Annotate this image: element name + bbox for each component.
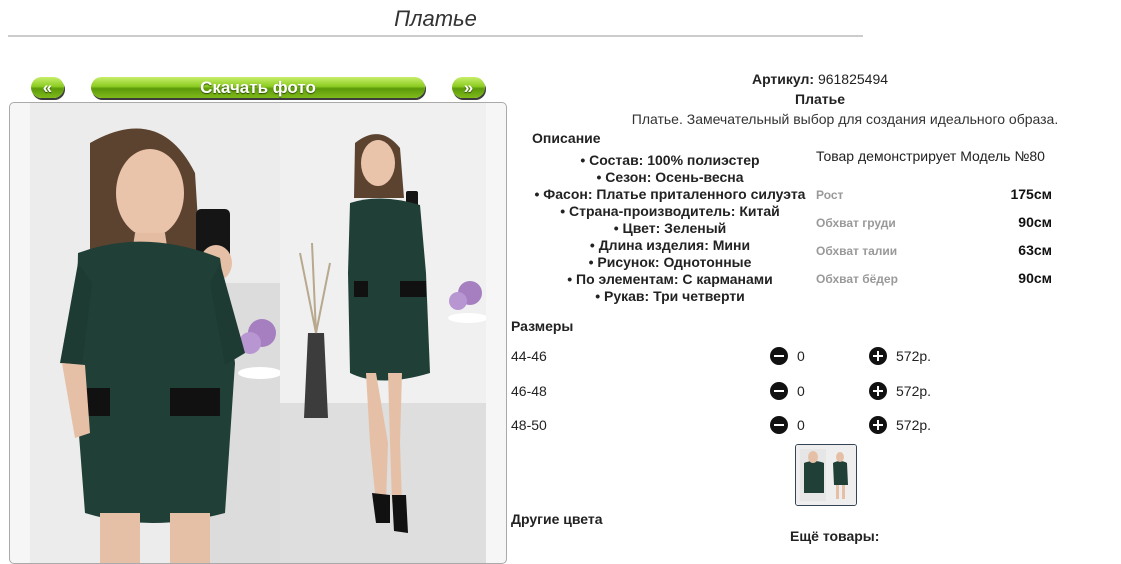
measurement-value: 90см <box>1018 270 1052 286</box>
quantity-value: 0 <box>797 348 805 364</box>
prev-photo-button[interactable]: « <box>31 77 64 98</box>
property-item: • Рукав: Три четверти <box>595 288 745 304</box>
size-label: 46-48 <box>511 383 547 399</box>
size-label: 44-46 <box>511 348 547 364</box>
product-tagline: Платье. Замечательный выбор для создания… <box>631 111 1059 127</box>
measurement-label: Обхват бёдер <box>816 272 898 286</box>
price-value: 572р. <box>896 383 932 399</box>
size-row: 48-50 0 572р. <box>511 416 961 436</box>
property-item: • По элементам: С карманами <box>567 271 773 287</box>
measurement-label: Обхват груди <box>816 216 896 230</box>
other-colors-title: Другие цвета <box>511 511 603 527</box>
measurement-value: 175см <box>1010 186 1052 202</box>
property-item: • Цвет: Зеленый <box>613 220 727 236</box>
price-value: 572р. <box>896 348 932 364</box>
more-goods-title: Ещё товары: <box>790 528 880 544</box>
property-list: • Состав: 100% полиэстер • Сезон: Осень-… <box>520 152 820 305</box>
measurement-row: Обхват талии 63см <box>816 242 1052 270</box>
quantity-value: 0 <box>797 417 805 433</box>
model-title: Товар демонстрирует Модель №80 <box>816 148 1045 164</box>
title-divider <box>8 35 863 37</box>
product-name: Платье <box>795 91 845 107</box>
property-item: • Длина изделия: Мини <box>589 237 751 253</box>
size-label: 48-50 <box>511 417 547 433</box>
property-item: • Страна-производитель: Китай <box>560 203 780 219</box>
model-measurements: Рост 175см Обхват груди 90см Обхват тали… <box>816 186 1052 298</box>
measurement-value: 63см <box>1018 242 1052 258</box>
measurement-label: Обхват талии <box>816 244 898 258</box>
size-row: 46-48 0 572р. <box>511 382 961 402</box>
minus-icon[interactable] <box>770 382 788 400</box>
plus-icon[interactable] <box>869 416 887 434</box>
article-line: Артикул: 961825494 <box>520 71 1120 87</box>
minus-icon[interactable] <box>770 347 788 365</box>
product-photo-front <box>30 103 280 563</box>
next-photo-button[interactable]: » <box>452 77 485 98</box>
plus-icon[interactable] <box>869 347 887 365</box>
quantity-value: 0 <box>797 383 805 399</box>
sizes-title: Размеры <box>511 318 574 334</box>
product-photo-frame[interactable] <box>9 102 507 564</box>
download-photo-button[interactable]: Скачать фото <box>91 77 425 98</box>
property-item: • Сезон: Осень-весна <box>596 169 744 185</box>
plus-icon[interactable] <box>869 382 887 400</box>
description-title: Описание <box>532 130 601 146</box>
property-item: • Рисунок: Однотонные <box>588 254 752 270</box>
measurement-label: Рост <box>816 188 844 202</box>
measurement-row: Обхват груди 90см <box>816 214 1052 242</box>
product-thumbnail[interactable] <box>795 444 857 506</box>
measurement-value: 90см <box>1018 214 1052 230</box>
measurement-row: Обхват бёдер 90см <box>816 270 1052 298</box>
page-title: Платье <box>394 6 477 31</box>
article-label: Артикул: <box>751 71 815 87</box>
minus-icon[interactable] <box>770 416 788 434</box>
measurement-row: Рост 175см <box>816 186 1052 214</box>
property-item: • Фасон: Платье приталенного силуэта <box>534 186 806 202</box>
price-value: 572р. <box>896 417 932 433</box>
size-row: 44-46 0 572р. <box>511 347 961 367</box>
property-item: • Состав: 100% полиэстер <box>580 152 760 168</box>
product-photo-full <box>280 103 486 563</box>
article-value: 961825494 <box>817 71 889 87</box>
